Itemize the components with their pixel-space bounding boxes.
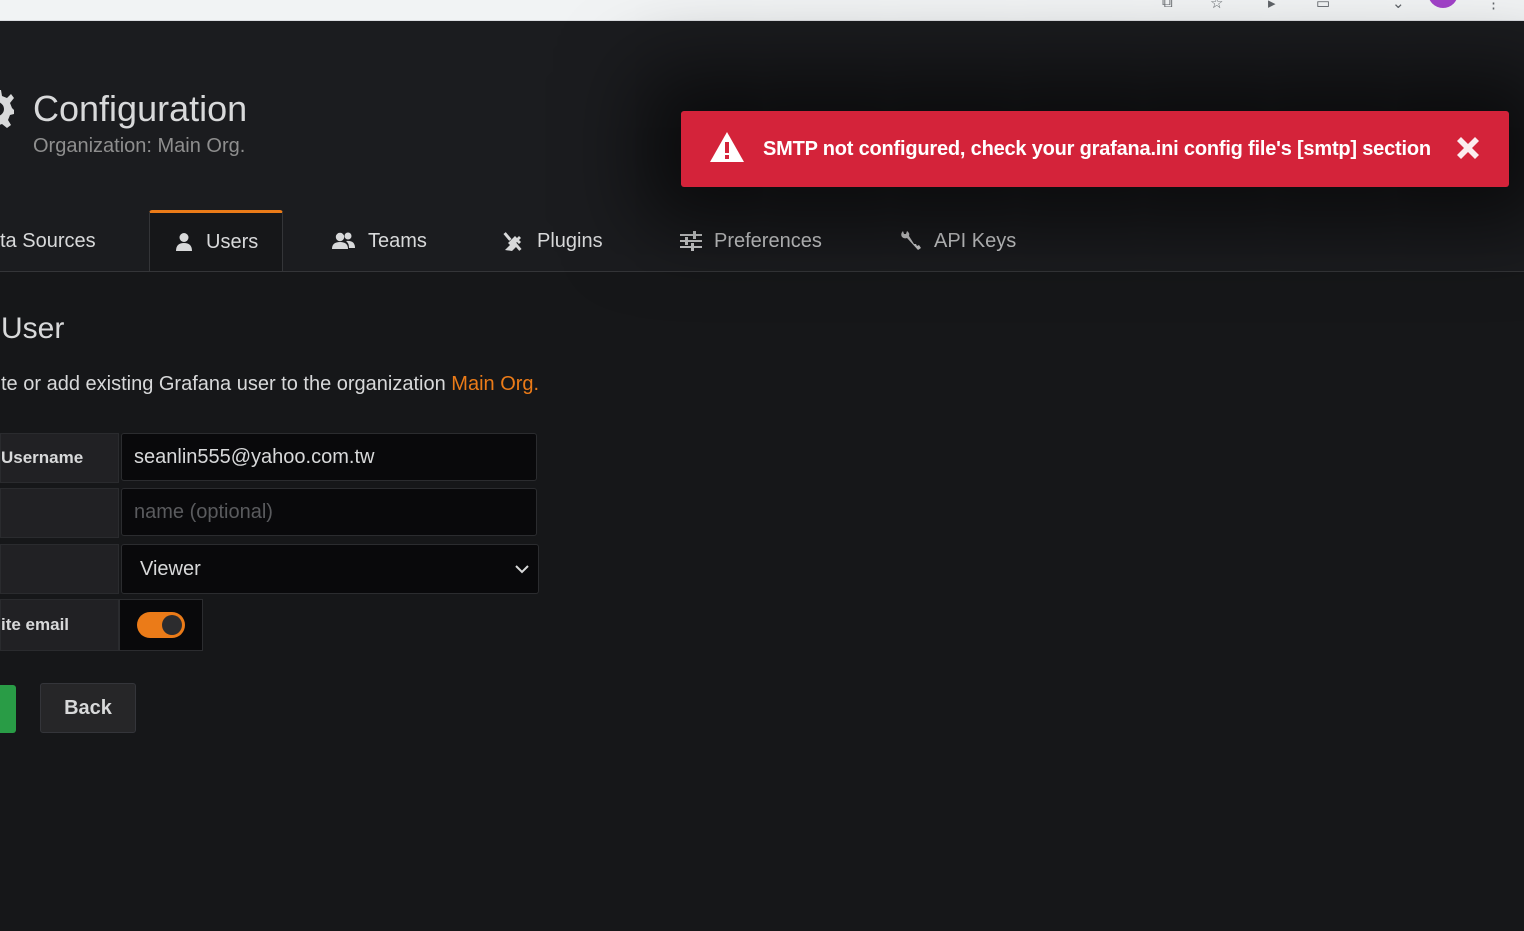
browser-toolbar: ⧉ ☆ ▸ ▭ ⌄ ⋮ — [0, 0, 1524, 21]
key-icon — [901, 231, 921, 250]
role-select[interactable]: Viewer — [121, 544, 539, 594]
tab-preferences[interactable]: Preferences — [680, 212, 822, 270]
username-label: Username — [0, 433, 119, 483]
warning-icon — [710, 132, 744, 162]
chevron-down-icon — [515, 565, 529, 574]
sliders-icon — [680, 231, 702, 251]
tab-label: Preferences — [714, 229, 822, 252]
plug-icon — [503, 232, 522, 251]
user-icon — [176, 233, 192, 251]
org-link[interactable]: Main Org. — [451, 373, 539, 395]
tab-users[interactable]: Users — [149, 210, 283, 271]
description-text: te or add existing Grafana user to the o… — [1, 373, 452, 395]
star-icon[interactable]: ☆ — [1210, 0, 1223, 12]
tab-label: API Keys — [934, 229, 1017, 252]
page-title: Configuration — [33, 88, 248, 129]
role-value: Viewer — [140, 558, 201, 580]
users-icon — [332, 232, 355, 249]
toggle-knob — [162, 615, 182, 635]
gear-icon — [0, 90, 14, 128]
username-input[interactable] — [121, 433, 537, 481]
back-button[interactable]: Back — [40, 683, 136, 733]
page-subtitle: Organization: Main Org. — [33, 135, 246, 157]
invite-email-toggle[interactable] — [137, 612, 185, 638]
section-description: te or add existing Grafana user to the o… — [1, 373, 539, 396]
profile-menu-icon[interactable]: ⌄ — [1392, 0, 1405, 12]
tab-label: Users — [206, 230, 259, 253]
invite-email-label-text: ite email — [1, 615, 70, 634]
tab-data-sources[interactable]: ta Sources — [0, 212, 96, 270]
tab-label: ta Sources — [0, 229, 96, 252]
tab-plugins[interactable]: Plugins — [503, 212, 603, 270]
section-title: User — [1, 312, 65, 345]
window-icon[interactable]: ▭ — [1316, 0, 1330, 12]
submit-button[interactable] — [0, 685, 16, 733]
tab-label: Teams — [368, 229, 427, 252]
name-input[interactable] — [121, 488, 537, 536]
translate-icon[interactable]: ⧉ — [1162, 0, 1173, 11]
smtp-error-alert: SMTP not configured, check your grafana.… — [681, 111, 1509, 187]
extension-icon[interactable]: ▸ — [1268, 0, 1276, 12]
tab-teams[interactable]: Teams — [332, 212, 427, 270]
name-label — [0, 488, 119, 538]
alert-message: SMTP not configured, check your grafana.… — [763, 138, 1431, 160]
invite-email-label: ite email — [0, 599, 119, 651]
role-label — [0, 544, 119, 594]
username-label-text: Username — [1, 448, 84, 467]
more-menu-icon[interactable]: ⋮ — [1486, 0, 1501, 12]
close-icon[interactable] — [1453, 133, 1483, 163]
tab-api-keys[interactable]: API Keys — [900, 212, 1016, 270]
avatar[interactable] — [1428, 0, 1458, 8]
tab-label: Plugins — [537, 229, 603, 252]
invite-email-switch-container — [119, 599, 203, 651]
